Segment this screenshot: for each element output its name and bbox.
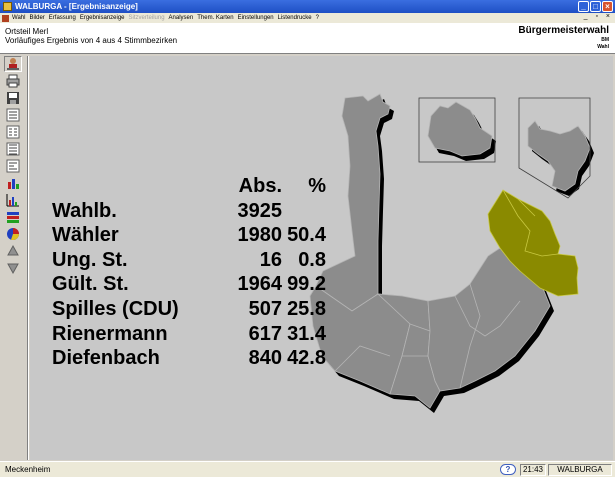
row-label: Wahlb. <box>52 199 117 222</box>
menu-sitzverteilung: Sitzverteilung <box>128 15 165 21</box>
result-row: Diefenbach 840 42.8 <box>52 346 326 371</box>
stacked-bars-icon[interactable] <box>4 209 22 225</box>
menu-ergebnisanzeige[interactable]: Ergebnisanzeige <box>80 15 125 21</box>
election-title: Bürgermeisterwahl <box>518 25 609 36</box>
bar-chart-icon[interactable] <box>4 175 22 191</box>
row-pct: 25.8 <box>287 297 326 320</box>
row-pct: 42.8 <box>287 347 326 370</box>
menu-bilder[interactable]: Bilder <box>29 15 44 21</box>
mdi-window-controls[interactable]: _ ▫ × <box>584 13 613 20</box>
menu-wahl[interactable]: Wahl <box>12 15 25 21</box>
row-abs: 1964 <box>237 273 283 296</box>
district-list-4-icon[interactable] <box>4 158 22 174</box>
row-abs: 1980 <box>237 224 283 247</box>
vertical-toolbar <box>4 56 24 277</box>
arrow-down-icon[interactable] <box>4 260 22 276</box>
pct-column-header: % <box>308 175 326 197</box>
results-table: Abs. % Wahlb. 3925 Wähler 1980 50.4 Ung.… <box>52 174 326 371</box>
menu-einstellungen[interactable]: Einstellungen <box>238 15 274 21</box>
person-icon[interactable] <box>4 56 22 72</box>
row-abs: 16 <box>259 248 282 271</box>
info-header: Ortsteil Merl Vorläufiges Ergebnis von 4… <box>0 23 615 54</box>
menu-them-karten[interactable]: Them. Karten <box>197 15 233 21</box>
result-row: Spilles (CDU) 507 25.8 <box>52 297 326 322</box>
status-place: Meckenheim <box>5 465 51 474</box>
result-row: Wähler 1980 50.4 <box>52 223 326 248</box>
row-pct <box>282 199 326 224</box>
menu-listendrucke[interactable]: Listendrucke <box>278 15 312 21</box>
row-label: Ung. St. <box>52 248 128 271</box>
result-status: Vorläufiges Ergebnis von 4 aus 4 Stimmbe… <box>5 36 178 45</box>
maximize-button[interactable]: □ <box>590 1 601 12</box>
menu-bar: Wahl Bilder Erfassung Ergebnisanzeige Si… <box>0 13 615 23</box>
district-list-2-icon[interactable] <box>4 124 22 140</box>
result-row: Rienermann 617 31.4 <box>52 322 326 347</box>
result-row: Wahlb. 3925 <box>52 199 326 224</box>
row-abs: 3925 <box>237 199 283 222</box>
row-pct: 0.8 <box>298 248 326 271</box>
close-button[interactable]: × <box>602 1 613 12</box>
minimize-button[interactable]: _ <box>578 1 589 12</box>
window-controls: _ □ × <box>578 1 613 12</box>
title-bar: WALBURGA - [Ergebnisanzeige] _ □ × <box>0 0 615 13</box>
row-abs: 507 <box>248 297 282 320</box>
district-name: Ortsteil Merl <box>5 27 49 36</box>
row-label: Wähler <box>52 224 119 247</box>
arrow-up-icon[interactable] <box>4 243 22 259</box>
abs-column-header: Abs. <box>238 175 282 197</box>
row-pct: 31.4 <box>287 322 326 345</box>
row-label: Diefenbach <box>52 347 160 370</box>
row-label: Rienermann <box>52 322 168 345</box>
menu-help[interactable]: ? <box>316 15 319 21</box>
election-short-label: BM Wahl <box>597 37 609 50</box>
row-pct: 99.2 <box>287 273 326 296</box>
menu-erfassung[interactable]: Erfassung <box>49 15 76 21</box>
status-app-name: WALBURGA <box>548 464 612 476</box>
row-abs: 840 <box>248 347 282 370</box>
toolbar-divider <box>27 56 29 460</box>
pie-chart-icon[interactable] <box>4 226 22 242</box>
app-icon <box>3 2 12 11</box>
document-icon[interactable] <box>2 14 9 22</box>
printer-icon[interactable] <box>4 73 22 89</box>
menu-analysen[interactable]: Analysen <box>169 15 194 21</box>
bar-chart-2-icon[interactable] <box>4 192 22 208</box>
district-list-3-icon[interactable] <box>4 141 22 157</box>
district-list-icon[interactable] <box>4 107 22 123</box>
status-time: 21:43 <box>520 464 546 476</box>
status-bar: Meckenheim ? 21:43 WALBURGA <box>0 461 615 477</box>
result-panel: Abs. % Wahlb. 3925 Wähler 1980 50.4 Ung.… <box>30 56 613 460</box>
row-abs: 617 <box>248 322 282 345</box>
window-title: WALBURGA - [Ergebnisanzeige] <box>15 2 138 11</box>
row-pct: 50.4 <box>287 224 326 247</box>
row-label: Gült. St. <box>52 273 129 296</box>
help-icon[interactable]: ? <box>500 464 516 475</box>
result-row: Ung. St. 16 0.8 <box>52 248 326 273</box>
result-row: Gült. St. 1964 99.2 <box>52 272 326 297</box>
row-label: Spilles (CDU) <box>52 297 179 320</box>
save-icon[interactable] <box>4 90 22 106</box>
results-header: Abs. % <box>52 174 326 199</box>
